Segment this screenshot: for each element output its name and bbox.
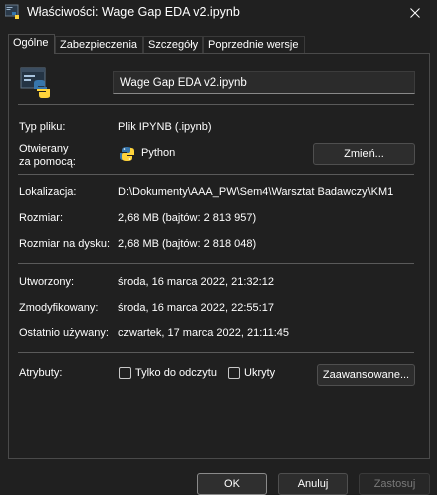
tab-security[interactable]: Zabezpieczenia xyxy=(55,36,143,53)
window-title: Właściwości: Wage Gap EDA v2.ipynb xyxy=(27,5,240,19)
size-label: Rozmiar: xyxy=(19,212,64,224)
tab-general[interactable]: Ogólne xyxy=(8,34,55,54)
python-icon xyxy=(119,146,135,162)
notebook-python-icon xyxy=(4,4,21,20)
created-label: Utworzony: xyxy=(19,276,75,288)
file-type-value: Plik IPYNB (.ipynb) xyxy=(118,121,212,133)
separator xyxy=(18,263,414,264)
readonly-checkbox-label[interactable]: Tylko do odczytu xyxy=(135,367,217,379)
location-label: Lokalizacja: xyxy=(19,186,77,198)
advanced-button[interactable]: Zaawansowane... xyxy=(317,364,415,386)
file-type-label: Typ pliku: xyxy=(19,121,66,133)
close-button[interactable] xyxy=(392,0,437,25)
attributes-label: Atrybuty: xyxy=(19,367,63,379)
ok-button[interactable]: OK xyxy=(197,473,267,495)
hidden-checkbox-label[interactable]: Ukryty xyxy=(244,367,275,379)
opens-with-value: Python xyxy=(141,147,176,159)
size-on-disk-label: Rozmiar na dysku: xyxy=(19,238,111,250)
readonly-checkbox[interactable] xyxy=(119,367,131,379)
tab-previous-versions[interactable]: Poprzednie wersje xyxy=(203,36,305,53)
accessed-label: Ostatnio używany: xyxy=(19,327,109,339)
location-value: D:\Dokumenty\AAA_PW\Sem4\Warsztat Badawc… xyxy=(118,186,394,198)
opens-with-label-line1: Otwierany xyxy=(19,143,69,155)
apply-button[interactable]: Zastosuj xyxy=(359,473,430,495)
created-value: środa, 16 marca 2022, 21:32:12 xyxy=(118,276,274,288)
hidden-checkbox[interactable] xyxy=(228,367,240,379)
size-value: 2,68 MB (bajtów: 2 813 957) xyxy=(118,212,257,224)
accessed-value: czwartek, 17 marca 2022, 21:11:45 xyxy=(118,327,290,339)
notebook-python-icon xyxy=(20,66,52,98)
cancel-button[interactable]: Anuluj xyxy=(278,473,348,495)
separator xyxy=(18,174,414,175)
tab-details[interactable]: Szczegóły xyxy=(143,36,203,53)
close-icon xyxy=(409,7,420,18)
separator xyxy=(18,352,414,353)
size-on-disk-value: 2,68 MB (bajtów: 2 818 048) xyxy=(118,238,257,250)
file-name-input[interactable] xyxy=(113,71,415,94)
modified-label: Zmodyfikowany: xyxy=(19,302,99,314)
title-bar: Właściwości: Wage Gap EDA v2.ipynb xyxy=(0,0,437,25)
modified-value: środa, 16 marca 2022, 22:55:17 xyxy=(118,302,274,314)
general-tab-panel xyxy=(8,53,430,459)
change-button[interactable]: Zmień... xyxy=(313,143,415,165)
separator xyxy=(18,104,414,105)
opens-with-label-line2: za pomocą: xyxy=(19,156,76,168)
